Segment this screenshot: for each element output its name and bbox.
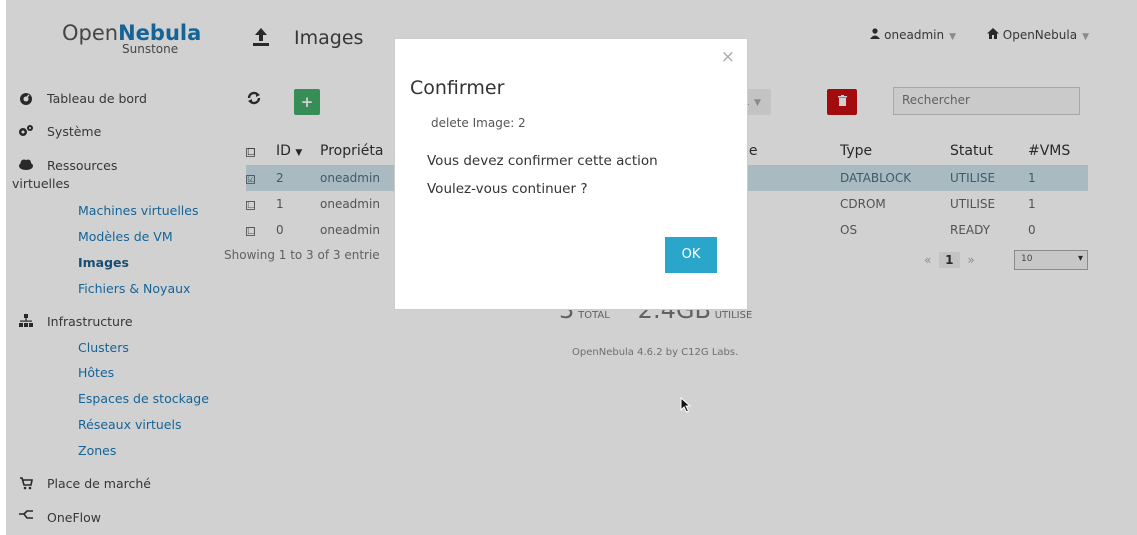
dialog-title: Confirmer [410, 77, 505, 99]
dialog-subtitle: delete Image: 2 [431, 116, 526, 130]
dialog-question: Voulez-vous continuer ? [427, 181, 588, 197]
ok-button[interactable]: OK [665, 237, 717, 273]
confirm-dialog: × Confirmer delete Image: 2 Vous devez c… [394, 38, 748, 310]
close-icon[interactable]: × [721, 47, 735, 67]
mouse-cursor-icon [680, 397, 692, 413]
dialog-message: Vous devez confirmer cette action [427, 153, 658, 169]
